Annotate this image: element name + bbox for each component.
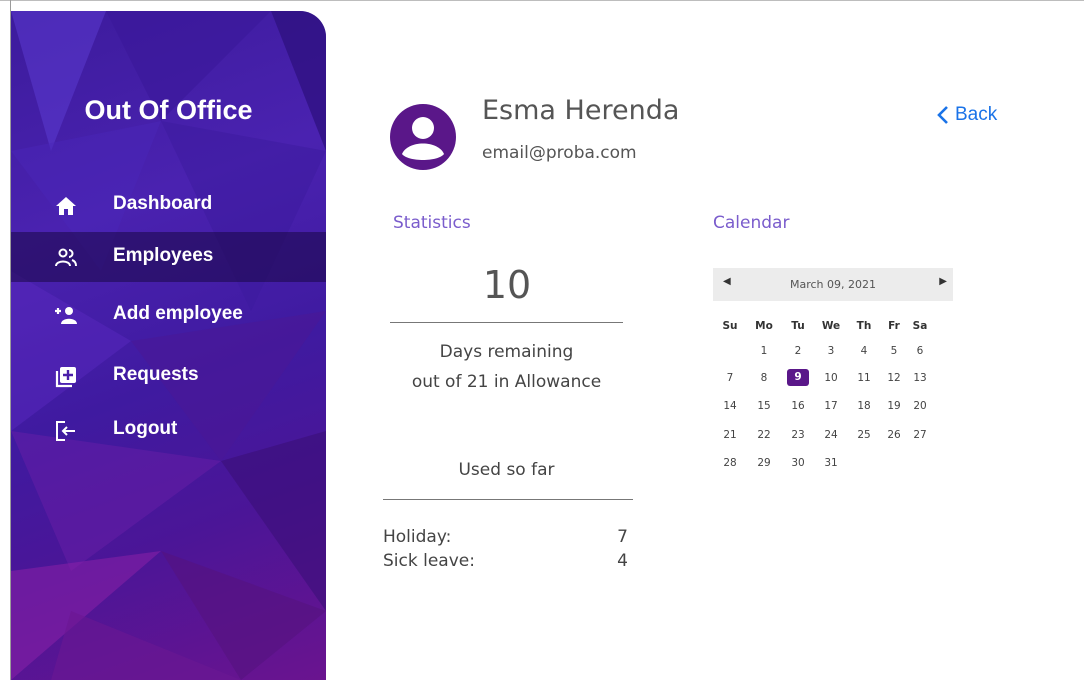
calendar-day[interactable]: 13: [909, 372, 931, 384]
weekday-label: Sa: [912, 320, 928, 332]
calendar-day[interactable]: 8: [753, 372, 775, 384]
user-name: Esma Herenda: [482, 95, 680, 126]
sidebar-item-label: Dashboard: [113, 193, 213, 214]
days-remaining-value: 10: [482, 263, 532, 307]
user-email: email@proba.com: [482, 143, 637, 163]
weekday-label: Tu: [791, 320, 805, 332]
calendar-day[interactable]: 5: [883, 345, 905, 357]
divider: [390, 322, 623, 323]
calendar-day[interactable]: 19: [883, 400, 905, 412]
add-box-icon: [55, 367, 76, 388]
back-button[interactable]: Back: [935, 104, 997, 126]
chevron-left-icon: [937, 106, 948, 124]
sidebar-item-label: Employees: [113, 245, 214, 266]
calendar-day[interactable]: 6: [909, 345, 931, 357]
calendar-day[interactable]: 15: [753, 400, 775, 412]
calendar-day[interactable]: 28: [719, 457, 741, 469]
sidebar-item-label: Add employee: [113, 303, 243, 324]
calendar-day[interactable]: 1: [753, 345, 775, 357]
calendar-day[interactable]: 18: [853, 400, 875, 412]
used-so-far-title: Used so far: [458, 460, 555, 480]
weekday-label: Su: [722, 320, 738, 332]
holiday-label: Holiday:: [383, 527, 452, 547]
people-icon: [55, 248, 77, 267]
calendar-day[interactable]: 14: [719, 400, 741, 412]
sidebar-item-label: Logout: [113, 418, 178, 439]
sick-leave-row: Sick leave: 4: [383, 551, 628, 571]
weekday-label: Fr: [888, 320, 900, 332]
calendar-title: Calendar: [713, 213, 790, 233]
calendar-day[interactable]: 30: [787, 457, 809, 469]
calendar-day[interactable]: 2: [787, 345, 809, 357]
weekday-label: Mo: [755, 320, 773, 332]
account-circle-icon: [390, 104, 456, 170]
sidebar-item-employees[interactable]: Employees: [11, 232, 326, 282]
calendar-month-label: March 09, 2021: [789, 278, 876, 291]
sick-leave-value: 4: [617, 551, 628, 571]
statistics-title: Statistics: [393, 213, 471, 233]
sidebar-item-dashboard[interactable]: Dashboard: [11, 180, 326, 230]
calendar-day[interactable]: 20: [909, 400, 931, 412]
allowance-label: out of 21 in Allowance: [411, 372, 602, 392]
calendar-day[interactable]: 7: [719, 372, 741, 384]
calendar-day[interactable]: 25: [853, 429, 875, 441]
calendar-day[interactable]: 10: [820, 372, 842, 384]
calendar-day[interactable]: 29: [753, 457, 775, 469]
next-month-icon[interactable]: ▶: [939, 276, 947, 287]
calendar-day[interactable]: 17: [820, 400, 842, 412]
calendar-day[interactable]: 11: [853, 372, 875, 384]
sidebar-item-requests[interactable]: Requests: [11, 351, 326, 401]
home-icon: [56, 197, 76, 215]
holiday-row: Holiday: 7: [383, 527, 628, 547]
sidebar: Out Of Office Dashboard Employees Add em…: [11, 11, 326, 680]
calendar-day[interactable]: 12: [883, 372, 905, 384]
calendar-day-selected[interactable]: 9: [787, 369, 809, 386]
calendar-header: ◀ March 09, 2021 ▶: [713, 268, 953, 301]
calendar-day[interactable]: 24: [820, 429, 842, 441]
calendar-day[interactable]: 23: [787, 429, 809, 441]
weekday-label: Th: [856, 320, 872, 332]
back-label: Back: [955, 104, 998, 125]
logout-icon: [56, 421, 75, 441]
holiday-value: 7: [617, 527, 628, 547]
sick-leave-label: Sick leave:: [383, 551, 475, 571]
calendar-day[interactable]: 16: [787, 400, 809, 412]
calendar: ◀ March 09, 2021 ▶ Su Mo Tu We Th Fr Sa 1 2 3 4 5 6 7…: [713, 268, 953, 469]
sidebar-item-label: Requests: [113, 364, 199, 385]
app-title: Out Of Office: [84, 95, 253, 125]
add-person-icon: [55, 307, 77, 324]
calendar-day[interactable]: 26: [883, 429, 905, 441]
top-border: [0, 0, 1084, 1]
days-remaining-label: Days remaining: [439, 342, 574, 362]
calendar-day[interactable]: 31: [820, 457, 842, 469]
calendar-day[interactable]: 21: [719, 429, 741, 441]
calendar-day[interactable]: 3: [820, 345, 842, 357]
calendar-day[interactable]: 27: [909, 429, 931, 441]
weekday-label: We: [821, 320, 841, 332]
divider: [383, 499, 633, 500]
calendar-day[interactable]: 22: [753, 429, 775, 441]
sidebar-item-logout[interactable]: Logout: [11, 405, 326, 455]
sidebar-item-add-employee[interactable]: Add employee: [11, 290, 326, 340]
calendar-day[interactable]: 4: [853, 345, 875, 357]
